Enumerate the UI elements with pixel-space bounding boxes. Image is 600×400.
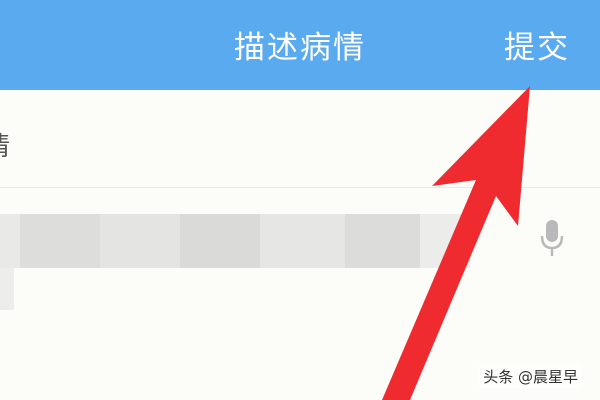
blurred-text-content-2 <box>0 268 14 310</box>
top-nav-bar: 描述病情 提交 <box>0 0 600 90</box>
blurred-text-content <box>0 214 470 268</box>
microphone-icon[interactable] <box>538 218 566 258</box>
watermark: 头条 @晨星早 <box>479 365 582 388</box>
submit-button[interactable]: 提交 <box>504 22 570 67</box>
app-screen: 描述病情 提交 情 头条 @晨星早 <box>0 0 600 400</box>
section-label: 情 <box>0 126 10 163</box>
section-row: 情 <box>0 90 600 188</box>
